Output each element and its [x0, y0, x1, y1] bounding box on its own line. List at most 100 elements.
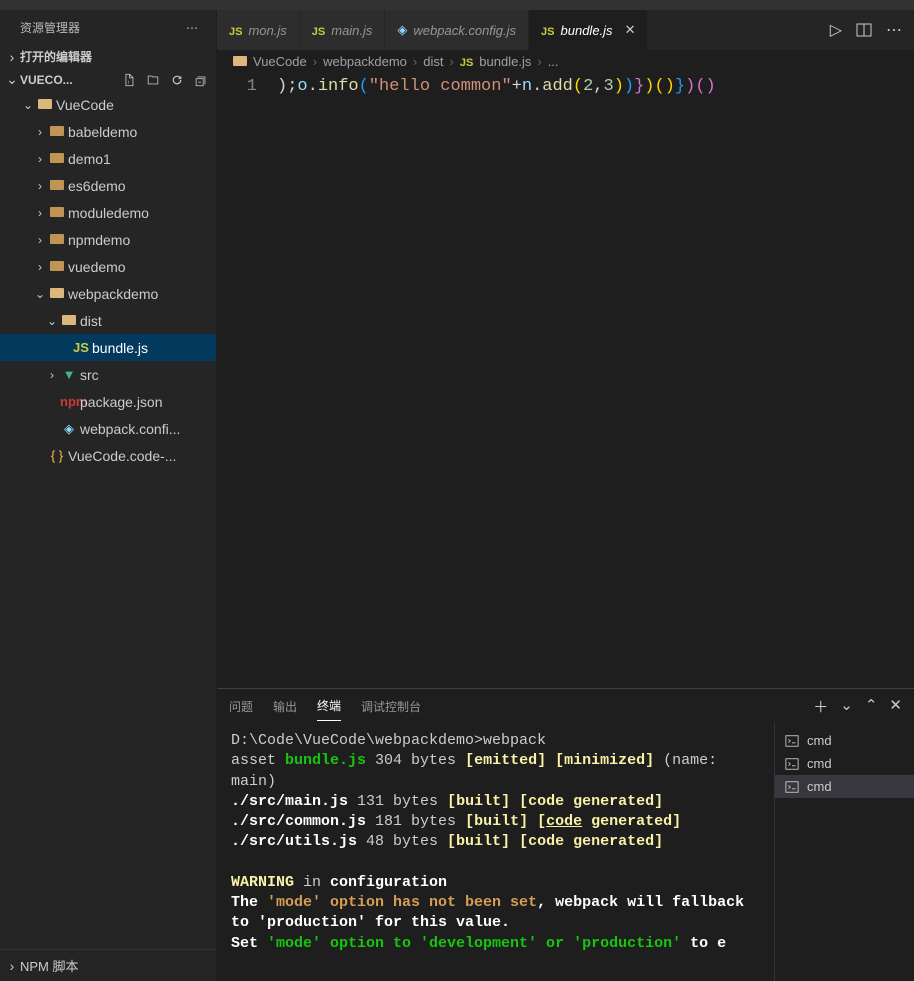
chevron-right-icon: › [4, 49, 20, 65]
chevron-down-icon: ⌄ [32, 287, 48, 301]
close-icon[interactable]: ✕ [625, 22, 636, 38]
tree-item-src[interactable]: ›▼src [0, 361, 216, 388]
tree-item-vuecode[interactable]: ⌄ VueCode [0, 91, 216, 118]
panel-tabs: 问题输出终端调试控制台 ＋ ⌄ ⌃ ✕ [217, 689, 914, 723]
chevron-right-icon: › [32, 125, 48, 139]
split-editor-icon[interactable] [856, 22, 872, 38]
terminal-icon [785, 734, 799, 748]
chevron-right-icon: › [4, 958, 20, 974]
tree-item-babeldemo[interactable]: › babeldemo [0, 118, 216, 145]
terminal-item[interactable]: cmd [775, 729, 914, 752]
tree-item-label: VueCode [54, 97, 114, 113]
vue-folder-icon: ▼ [60, 367, 78, 382]
tab-label: mon.js [248, 23, 286, 38]
panel-tab-终端[interactable]: 终端 [317, 691, 341, 721]
terminal-dropdown-icon[interactable]: ⌄ [840, 696, 853, 717]
tab-label: main.js [331, 23, 372, 38]
tab-label: bundle.js [561, 23, 613, 38]
tree-item-label: webpackdemo [66, 286, 158, 302]
collapse-all-icon[interactable] [194, 73, 212, 87]
chevron-right-icon: › [32, 206, 48, 220]
tab-mon-js[interactable]: JS mon.js [217, 10, 300, 50]
tree-item-label: package.json [78, 394, 163, 410]
js-file-icon: JS [541, 26, 554, 38]
panel-tab-问题[interactable]: 问题 [229, 692, 253, 721]
tree-item-webpack-confi-[interactable]: ◈webpack.confi... [0, 415, 216, 442]
chevron-right-icon: › [313, 54, 317, 69]
tree-item-label: demo1 [66, 151, 111, 167]
tree-item-package-json[interactable]: npmpackage.json [0, 388, 216, 415]
terminal-item-label: cmd [807, 779, 832, 794]
explorer-more-icon[interactable]: ⋯ [186, 21, 200, 35]
new-folder-icon[interactable] [146, 73, 164, 87]
new-terminal-icon[interactable]: ＋ [813, 696, 828, 717]
tree-item-bundle-js[interactable]: JSbundle.js [0, 334, 216, 361]
npm-file-icon: npm [60, 394, 78, 409]
refresh-icon[interactable] [170, 73, 188, 87]
js-file-icon: JS [460, 57, 473, 69]
breadcrumb-item[interactable]: dist [423, 54, 443, 69]
npm-scripts-label: NPM 脚本 [20, 956, 79, 975]
close-panel-icon[interactable]: ✕ [889, 696, 902, 717]
terminal-output[interactable]: D:\Code\VueCode\webpackdemo>webpack asse… [217, 723, 774, 981]
workspace-section[interactable]: ⌄ VUECO... [0, 68, 216, 91]
menubar [0, 0, 914, 10]
tree-item-label: babeldemo [66, 124, 137, 140]
chevron-right-icon: › [44, 368, 60, 382]
npm-scripts-section[interactable]: › NPM 脚本 [0, 949, 216, 981]
js-file-icon: JS [229, 26, 242, 38]
code-editor[interactable]: 1 );o.info("hello common"+n.add(2,3))})(… [217, 73, 914, 688]
folder-open-icon [36, 97, 54, 112]
tree-item-label: vuedemo [66, 259, 126, 275]
new-file-icon[interactable] [122, 73, 140, 87]
tree-item-demo1[interactable]: › demo1 [0, 145, 216, 172]
tree-item-moduledemo[interactable]: › moduledemo [0, 199, 216, 226]
tab-label: webpack.config.js [413, 23, 516, 38]
tree-item-label: moduledemo [66, 205, 149, 221]
breadcrumb-item[interactable]: ... [548, 54, 559, 69]
js-file-icon: JS [312, 26, 325, 38]
tree-item-dist[interactable]: ⌄dist [0, 307, 216, 334]
tree-item-label: VueCode.code-... [66, 448, 176, 464]
line-number: 1 [217, 77, 257, 96]
breadcrumb-item[interactable]: VueCode [253, 54, 307, 69]
chevron-right-icon: › [537, 54, 541, 69]
tree-item-label: src [78, 367, 99, 383]
editor-area: JS mon.js JS main.js ◈ webpack.config.js JS bun… [217, 10, 914, 981]
breadcrumb-item[interactable]: bundle.js [479, 54, 531, 69]
tree-item-label: dist [78, 313, 102, 329]
terminal-item[interactable]: cmd [775, 752, 914, 775]
run-icon[interactable]: ▷ [830, 20, 842, 40]
terminal-icon [785, 780, 799, 794]
js-file-icon: JS [72, 340, 90, 355]
chevron-right-icon: › [32, 233, 48, 247]
terminal-item[interactable]: cmd [775, 775, 914, 798]
webpack-file-icon: ◈ [397, 22, 407, 37]
more-icon[interactable]: ⋯ [886, 20, 902, 40]
tree-item-vuecode-code-[interactable]: { }VueCode.code-... [0, 442, 216, 469]
chevron-right-icon: › [32, 152, 48, 166]
code-content[interactable]: );o.info("hello common"+n.add(2,3))})()}… [277, 73, 914, 688]
tree-item-vuedemo[interactable]: ›vuedemo [0, 253, 216, 280]
tree-item-webpackdemo[interactable]: ⌄ webpackdemo [0, 280, 216, 307]
bottom-panel: 问题输出终端调试控制台 ＋ ⌄ ⌃ ✕ D:\Code\VueCode\webpackd… [217, 688, 914, 981]
open-editors-section[interactable]: › 打开的编辑器 [0, 45, 216, 68]
folder-icon [48, 151, 66, 166]
panel-tab-调试控制台[interactable]: 调试控制台 [361, 692, 421, 721]
breadcrumb-item[interactable]: webpackdemo [323, 54, 407, 69]
tree-item-npmdemo[interactable]: ›npmdemo [0, 226, 216, 253]
line-gutter: 1 [217, 73, 277, 688]
tree-item-label: webpack.confi... [78, 421, 180, 437]
chevron-right-icon: › [449, 54, 453, 69]
maximize-panel-icon[interactable]: ⌃ [865, 696, 878, 717]
tab-main-js[interactable]: JS main.js [300, 10, 386, 50]
open-editors-label: 打开的编辑器 [20, 48, 212, 65]
breadcrumb[interactable]: VueCode›webpackdemo›dist›JSbundle.js›... [217, 50, 914, 73]
panel-tab-输出[interactable]: 输出 [273, 692, 297, 721]
terminal-list: cmdcmdcmd [774, 723, 914, 981]
folder-icon [48, 232, 66, 247]
tree-item-es6demo[interactable]: ›es6demo [0, 172, 216, 199]
tab-webpack-config-js[interactable]: ◈ webpack.config.js [385, 10, 529, 50]
tab-bundle-js[interactable]: JS bundle.js ✕ [529, 10, 648, 50]
chevron-down-icon: ⌄ [20, 98, 36, 112]
